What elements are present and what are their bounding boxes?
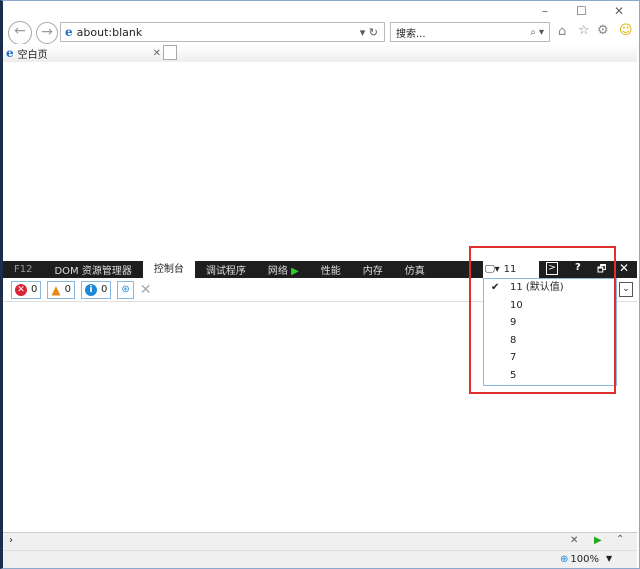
highlight-box [469,246,616,394]
forward-button[interactable]: → [36,22,58,44]
smiley-icon[interactable]: ☺ [619,23,633,38]
error-icon: ✕ [15,283,27,296]
warning-count: 0 [64,284,71,295]
expand-icon[interactable]: ⌃ [616,534,624,545]
tab-network[interactable]: 网络 ▶ [257,262,310,277]
info-icon: i [84,283,97,296]
tab-performance[interactable]: 性能 [310,262,352,277]
ie-icon: e [6,46,14,60]
error-count: 0 [31,284,38,295]
clear-console-icon[interactable]: ✕ [140,282,152,298]
search-placeholder: 搜索... [396,28,426,40]
minimize-button[interactable]: – [542,4,548,18]
prompt-icon: › [9,535,13,546]
search-input[interactable]: 搜索... ⌕ ▾ [390,22,550,42]
back-button[interactable]: ← [8,21,32,45]
gear-icon[interactable]: ⚙ [597,23,609,38]
navigate-icon: ⊛ [121,284,130,295]
tab-debugger[interactable]: 调试程序 [195,262,257,277]
new-tab-button[interactable] [163,45,177,60]
errors-filter[interactable]: ✕ 0 [11,280,42,299]
tab-blank[interactable]: e 空白页 ✕ [6,45,161,61]
maximize-button[interactable]: ☐ [576,4,587,18]
close-tab-icon[interactable]: ✕ [153,48,161,59]
zoom-level: 100% [570,554,599,565]
filter-dropdown-icon[interactable]: ⌄ [619,282,633,297]
tab-memory[interactable]: 内存 [352,262,394,277]
console-input[interactable]: › ✕ ▶ ⌃ [3,532,637,550]
tab-title: 空白页 [17,49,48,61]
favorites-icon[interactable]: ☆ [578,23,590,38]
play-icon: ▶ [291,266,299,277]
status-bar: ⊕ 100% ▼ [3,550,637,568]
info-count: 0 [100,284,108,295]
search-icon[interactable]: ⌕ ▾ [530,27,544,38]
tab-emulation[interactable]: 仿真 [394,262,436,277]
tab-dom-explorer[interactable]: DOM 资源管理器 [43,262,142,277]
address-text: about:blank [76,25,143,39]
clear-on-navigate-button[interactable]: ⊛ [117,280,134,299]
zoom-icon: ⊕ [560,554,569,565]
close-window-button[interactable]: ✕ [614,4,624,18]
tab-network-label: 网络 [267,266,288,277]
ie-icon: e [65,25,73,39]
warnings-filter[interactable]: ▲ 0 [47,280,75,299]
info-filter[interactable]: i0 [80,280,112,299]
f12-label: F12 [14,264,33,275]
close-devtools-icon[interactable]: ✕ [619,261,629,275]
address-bar[interactable]: e about:blank ▾ ↻ [60,22,385,42]
tab-console[interactable]: 控制台 [142,261,195,278]
zoom-dropdown-icon[interactable]: ▼ [606,554,612,563]
warning-icon: ▲ [51,282,61,297]
refresh-icon[interactable]: ▾ ↻ [360,26,378,39]
clear-input-icon[interactable]: ✕ [570,535,578,546]
run-icon[interactable]: ▶ [594,535,602,546]
home-icon[interactable]: ⌂ [558,24,566,39]
zoom-control[interactable]: ⊕ 100% [560,554,599,565]
